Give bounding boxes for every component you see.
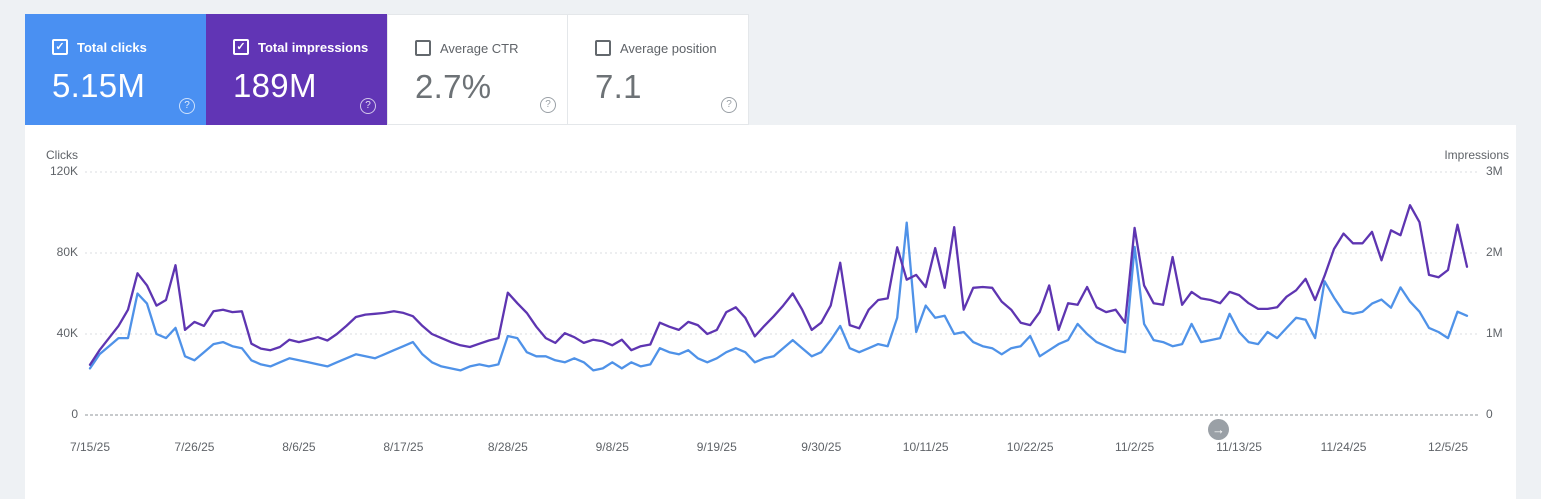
clicks-axis-title: Clicks [46,148,78,162]
performance-line-chart [85,171,1480,416]
y-axis-tick-left: 0 [71,407,78,421]
x-axis-date-label: 11/24/25 [1320,440,1367,454]
checkbox-checked-icon[interactable]: ✓ [233,39,249,55]
card-label: Total impressions [258,39,369,55]
y-axis-tick-left: 80K [56,245,78,259]
x-axis-date-label: 9/30/25 [801,440,842,454]
right-arrow-icon: → [1212,422,1225,437]
metric-card-average-ctr[interactable]: Average CTR 2.7% ? [387,14,568,125]
clicks-line [88,221,1469,372]
x-axis-date-label: 7/26/25 [174,440,215,454]
x-axis-date-label: 10/22/25 [1006,440,1054,454]
help-icon[interactable]: ? [540,97,556,113]
help-icon[interactable]: ? [721,97,737,113]
checkbox-unchecked-icon[interactable] [595,40,611,56]
checkbox-unchecked-icon[interactable] [415,40,431,56]
y-axis-tick-right: 1M [1486,326,1503,340]
x-axis-date-label: 8/6/25 [282,440,316,454]
card-header: Average position [595,40,748,56]
help-icon[interactable]: ? [360,98,376,114]
y-axis-tick-right: 0 [1486,407,1493,421]
card-header: Average CTR [415,40,567,56]
x-axis-date-label: 11/13/25 [1216,440,1262,454]
x-axis-date-label: 8/28/25 [487,440,528,454]
x-axis-date-label: 10/11/25 [902,440,949,454]
x-axis-date-label: 8/17/25 [383,440,424,454]
y-axis-tick-right: 2M [1486,245,1503,259]
card-label: Total clicks [77,39,147,55]
metric-card-total-impressions[interactable]: ✓ Total impressions 189M ? [206,14,387,125]
metrics-cards-row: ✓ Total clicks 5.15M ? ✓ Total impressio… [25,14,749,125]
y-axis-tick-left: 40K [56,326,78,340]
card-label: Average CTR [440,40,519,56]
x-axis-date-label: 11/2/25 [1115,440,1155,454]
y-axis-tick-right: 3M [1486,164,1503,178]
checkbox-checked-icon[interactable]: ✓ [52,39,68,55]
performance-chart-panel: Clicks Impressions 0 40K 80K 120K 0 1M 2M 3M 7… [25,125,1516,499]
x-axis-date-label: 12/5/25 [1427,440,1469,454]
y-axis-tick-left: 120K [49,164,78,178]
metric-card-average-position[interactable]: Average position 7.1 ? [568,14,749,125]
help-icon[interactable]: ? [179,98,195,114]
card-label: Average position [620,40,717,56]
next-date-range-button[interactable]: → [1208,419,1229,440]
x-axis-date-label: 7/15/25 [69,440,111,454]
card-header: ✓ Total clicks [52,39,206,55]
card-header: ✓ Total impressions [233,39,387,55]
x-axis-date-label: 9/19/25 [696,440,737,454]
metric-card-total-clicks[interactable]: ✓ Total clicks 5.15M ? [25,14,206,125]
x-axis-date-label: 9/8/25 [595,440,629,454]
impressions-axis-title: Impressions [1444,148,1509,162]
